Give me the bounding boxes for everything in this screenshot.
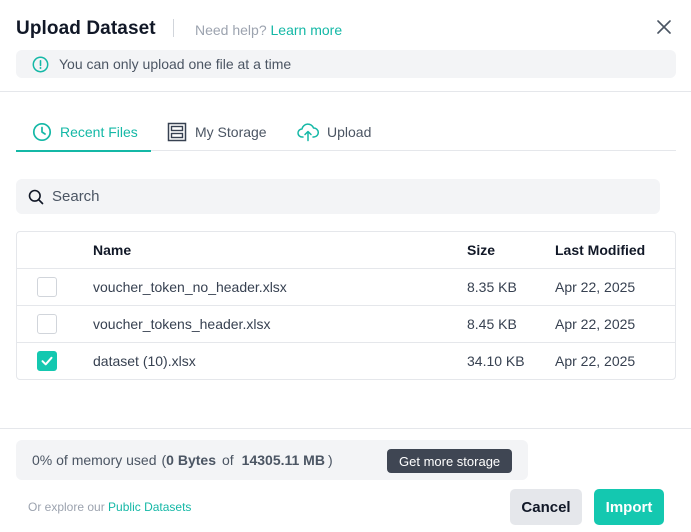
search-icon [28, 189, 44, 204]
notice-text: You can only upload one file at a time [59, 56, 292, 72]
search-input[interactable] [52, 188, 632, 205]
close-button[interactable] [653, 16, 675, 38]
table-row[interactable]: dataset (10).xlsx 34.10 KB Apr 22, 2025 [17, 343, 675, 379]
cloud-upload-icon [297, 123, 319, 142]
help-text: Need help? Learn more [195, 22, 342, 38]
info-circle-icon [32, 56, 49, 72]
file-modified: Apr 22, 2025 [555, 279, 636, 295]
footer-divider [0, 428, 691, 429]
file-name: dataset (10).xlsx [93, 353, 196, 369]
memory-used-text: 0% of memory used [32, 452, 157, 468]
cancel-button[interactable]: Cancel [510, 489, 582, 525]
clock-icon [32, 122, 52, 142]
help-prefix: Need help? [195, 22, 267, 38]
search-bar [16, 179, 660, 214]
file-modified: Apr 22, 2025 [555, 353, 636, 369]
dialog-header: Upload Dataset Need help? Learn more [16, 16, 675, 44]
file-modified: Apr 22, 2025 [555, 316, 636, 332]
table-row[interactable]: voucher_token_no_header.xlsx 8.35 KB Apr… [17, 269, 675, 306]
tab-label: My Storage [195, 124, 267, 140]
column-header-name[interactable]: Name [93, 242, 131, 258]
table-header-row: Name Size Last Modified [17, 232, 675, 269]
memory-paren-close: ) [327, 452, 333, 468]
column-header-size[interactable]: Size [467, 242, 495, 258]
learn-more-link[interactable]: Learn more [271, 22, 343, 38]
tab-recent-files[interactable]: Recent Files [16, 113, 151, 152]
row-checkbox[interactable] [37, 351, 57, 371]
column-header-last-modified[interactable]: Last Modified [555, 242, 645, 258]
close-icon [657, 20, 671, 34]
explore-prefix: Or explore our [28, 500, 105, 514]
explore-text: Or explore our Public Datasets [28, 500, 191, 514]
memory-usage-bar: 0% of memory used ( 0 Bytes of 14305.11 … [16, 440, 528, 480]
header-divider [0, 91, 691, 92]
tab-my-storage[interactable]: My Storage [167, 113, 267, 151]
memory-of: of [221, 452, 234, 468]
row-select [37, 277, 57, 297]
row-checkbox[interactable] [37, 314, 57, 334]
file-size: 34.10 KB [467, 353, 525, 369]
tab-upload[interactable]: Upload [297, 113, 371, 151]
checkmark-icon [41, 356, 53, 366]
row-checkbox[interactable] [37, 277, 57, 297]
import-button[interactable]: Import [594, 489, 664, 525]
file-size: 8.35 KB [467, 279, 517, 295]
files-table: Name Size Last Modified voucher_token_no… [16, 231, 676, 380]
public-datasets-link[interactable]: Public Datasets [108, 500, 191, 514]
upload-notice: You can only upload one file at a time [16, 50, 676, 78]
file-name: voucher_token_no_header.xlsx [93, 279, 287, 295]
source-tabs: Recent Files My Storage Upload [16, 113, 676, 152]
dialog-title: Upload Dataset [16, 18, 156, 39]
tab-label: Upload [327, 124, 372, 140]
tab-label: Recent Files [60, 124, 138, 140]
row-select [37, 351, 57, 371]
table-row[interactable]: voucher_tokens_header.xlsx 8.45 KB Apr 2… [17, 306, 675, 343]
title-divider [173, 19, 174, 37]
row-select [37, 314, 57, 334]
memory-used-value: 0 Bytes [166, 452, 216, 468]
get-more-storage-button[interactable]: Get more storage [387, 449, 513, 473]
file-size: 8.45 KB [467, 316, 517, 332]
memory-total-value: 14305.11 MB [241, 452, 325, 468]
storage-icon [167, 122, 187, 142]
file-name: voucher_tokens_header.xlsx [93, 316, 271, 332]
